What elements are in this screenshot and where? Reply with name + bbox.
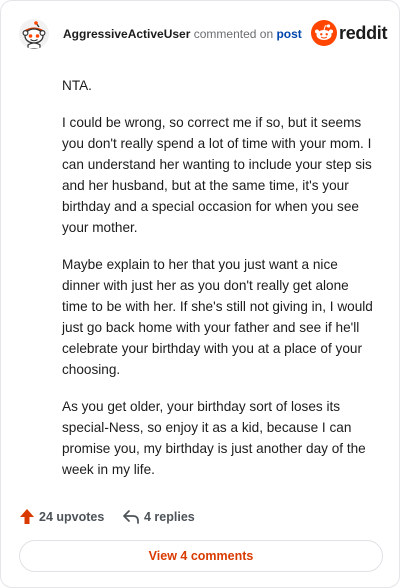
comment-paragraph: Maybe explain to her that you just want …	[62, 257, 373, 377]
comment-meta: AggressiveActiveUser commented on post	[63, 27, 302, 41]
snoo-avatar-icon	[19, 19, 49, 49]
upvote-count: 24 upvotes	[39, 510, 105, 524]
reply-arrow-icon	[123, 510, 139, 524]
comment-action-text: commented on	[190, 27, 277, 41]
reddit-logo[interactable]: reddit	[311, 20, 388, 46]
comment-header: AggressiveActiveUser commented on post r…	[19, 15, 388, 49]
replies-button[interactable]: 4 replies	[122, 507, 202, 527]
reddit-alien-icon	[311, 20, 337, 46]
comment-card: AggressiveActiveUser commented on post r…	[0, 0, 400, 588]
post-link[interactable]: post	[276, 27, 301, 41]
comment-body: NTA. I could be wrong, so correct me if …	[62, 75, 378, 496]
upvote-button[interactable]: 24 upvotes	[19, 507, 109, 527]
avatar[interactable]	[19, 19, 49, 49]
reddit-wordmark: reddit	[339, 23, 388, 43]
view-comments-button[interactable]: View 4 comments	[19, 540, 383, 572]
comment-paragraph: I could be wrong, so correct me if so, b…	[62, 115, 372, 235]
username-link[interactable]: AggressiveActiveUser	[63, 27, 190, 41]
upvote-arrow-icon	[20, 509, 34, 524]
reply-count: 4 replies	[144, 510, 195, 524]
comment-paragraph: As you get older, your birthday sort of …	[62, 399, 366, 477]
comment-paragraph: NTA.	[62, 78, 92, 93]
